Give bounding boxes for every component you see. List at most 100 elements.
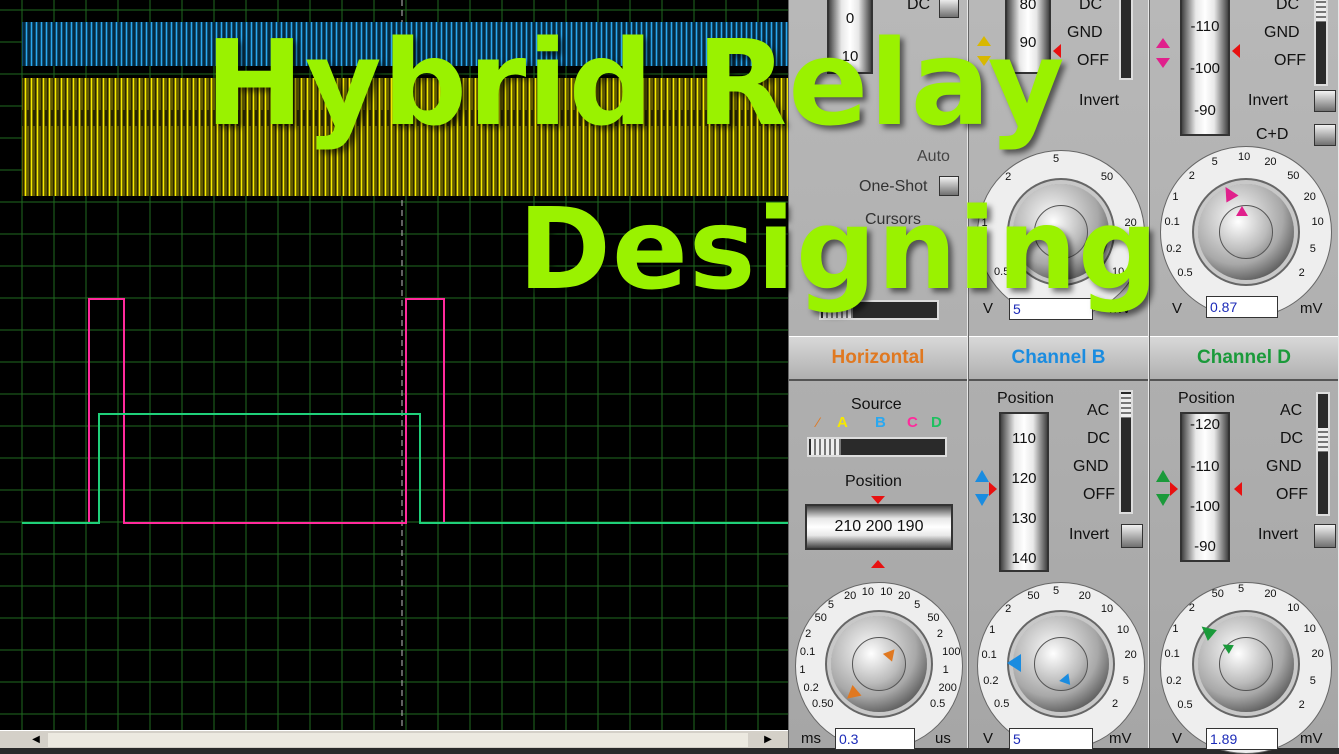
- channel-d-down-arrow-icon[interactable]: [1156, 494, 1170, 506]
- dial-tick-label: 5: [827, 599, 835, 612]
- dial-tick-label: 5: [1122, 674, 1129, 687]
- channel-c-volts-knob[interactable]: [1198, 184, 1294, 280]
- dial-tick-label: 1: [989, 623, 996, 636]
- trigger-dc-label: DC: [907, 0, 931, 13]
- horizontal-position-drum[interactable]: 210 200 190: [805, 504, 953, 550]
- channel-d-position-marker-icon: [1170, 482, 1178, 496]
- source-letter-c[interactable]: C: [907, 414, 918, 431]
- dial-tick-label: 0.1: [1164, 648, 1180, 661]
- channel-b-ac-label: AC: [1087, 402, 1110, 419]
- coupling-slider[interactable]: [1119, 0, 1133, 80]
- dial-tick-label: 5: [914, 599, 921, 612]
- source-letter-d[interactable]: D: [931, 414, 942, 431]
- dial-tick-label: 20: [1264, 155, 1277, 168]
- dial-tick-label: 2: [1298, 699, 1305, 712]
- dial-tick-label: 2: [1298, 267, 1305, 280]
- source-letter-a[interactable]: A: [837, 414, 848, 431]
- timebase-unit-right: us: [935, 730, 951, 747]
- dial-tick-label: 50: [927, 612, 940, 625]
- dial-tick-label: 0.1: [981, 648, 997, 661]
- coupling-off-label: OFF: [1077, 52, 1109, 69]
- channel-d-invert-button[interactable]: [1314, 524, 1336, 548]
- dial-tick-label: 10: [1116, 623, 1130, 636]
- dial-tick-label: 20: [1311, 648, 1324, 661]
- dial-tick-label: 0.1: [1164, 216, 1180, 229]
- channel-b-invert-button[interactable]: [1121, 524, 1143, 548]
- channel-d-position-label: Position: [1178, 390, 1235, 407]
- source-letter-b[interactable]: B: [875, 414, 886, 431]
- invert-label: Invert: [1079, 92, 1120, 109]
- dial-tick-label: 2: [936, 627, 943, 640]
- channel-b-invert-label: Invert: [1069, 526, 1110, 543]
- drum-value: -90: [1194, 102, 1216, 119]
- source-label: Source: [851, 396, 902, 413]
- horizontal-section-title: Horizontal: [789, 336, 967, 381]
- drum-value: -100: [1189, 60, 1221, 77]
- channel-d-volts-readout[interactable]: 1.89: [1206, 728, 1278, 750]
- dial-tick-label: 50: [1100, 171, 1114, 184]
- coupling-gnd-label: GND: [1067, 24, 1103, 41]
- column-channel-d: -110 -100 -90 DC GND OFF Invert C+D 0.5 0…: [1149, 0, 1339, 754]
- dial-tick-label: 2: [1111, 698, 1119, 711]
- channel-b-off-label: OFF: [1083, 486, 1115, 503]
- channel-c-lower-drum[interactable]: -110 -100 -90: [1180, 0, 1230, 136]
- source-slider[interactable]: [807, 437, 947, 457]
- dial-tick-label: 100: [942, 645, 961, 658]
- channel-d-position-drum[interactable]: -120 -110 -100 -90: [1180, 412, 1230, 562]
- dial-tick-label: 2: [1005, 603, 1012, 616]
- c-plus-d-button[interactable]: [1314, 124, 1336, 146]
- dial-tick-label: 20: [1303, 190, 1316, 203]
- channel-c-trace: [22, 298, 788, 524]
- channel-b-volts-knob[interactable]: [1013, 616, 1109, 712]
- dial-tick-label: 50: [1027, 589, 1040, 602]
- channel-c-volts-readout[interactable]: 0.87: [1206, 296, 1278, 318]
- dial-tick-label: 50: [1211, 587, 1224, 600]
- channel-b-down-arrow-icon[interactable]: [975, 494, 989, 506]
- position-marker-bottom-icon: [871, 560, 885, 568]
- scroll-left-arrow-icon[interactable]: ◀: [28, 733, 44, 747]
- overlay-title-line2: Designing: [518, 185, 1160, 315]
- channel-b-up-arrow-icon[interactable]: [975, 470, 989, 482]
- dial-tick-label: 0.50: [812, 698, 834, 711]
- dial-tick-label: 10: [880, 585, 893, 598]
- channel-b-dc-label: DC: [1087, 430, 1111, 447]
- dial-tick-label: 20: [1264, 587, 1277, 600]
- channel-d-ac-label: AC: [1280, 402, 1303, 419]
- channel-c-fine-pointer-icon: [1236, 206, 1248, 216]
- coupling-slider[interactable]: [1314, 0, 1328, 86]
- invert-button[interactable]: [1314, 90, 1336, 112]
- drum-value: -110: [1190, 18, 1220, 35]
- coupling-gnd-label: GND: [1264, 24, 1300, 41]
- dial-tick-label: 10: [1303, 622, 1316, 635]
- dial-tick-label: 10: [1100, 603, 1114, 616]
- scroll-right-arrow-icon[interactable]: ▶: [760, 733, 776, 747]
- source-edge-icon: ⁄: [817, 414, 820, 430]
- dial-tick-label: 10: [1311, 216, 1324, 229]
- scroll-track[interactable]: [48, 733, 748, 747]
- dial-tick-label: 0.2: [1166, 675, 1182, 688]
- dial-tick-label: 5: [1053, 585, 1060, 597]
- volts-unit-left: V: [1172, 300, 1183, 317]
- channel-d-position-marker-right-icon: [1234, 482, 1242, 496]
- channel-b-position-drum[interactable]: 110 120 130 140: [999, 412, 1049, 572]
- dial-tick-label: 1: [1172, 190, 1179, 203]
- channel-c-down-arrow-icon[interactable]: [1156, 58, 1170, 68]
- dial-tick-label: 5: [1238, 583, 1245, 595]
- channel-b-coupling-slider[interactable]: [1119, 390, 1133, 514]
- channel-c-up-arrow-icon[interactable]: [1156, 38, 1170, 48]
- horizontal-scrollbar[interactable]: ◀ ▶: [0, 730, 788, 748]
- position-marker-top-icon: [871, 496, 885, 504]
- dial-tick-label: 1: [942, 664, 949, 676]
- channel-b-section-title: Channel B: [969, 336, 1148, 381]
- channel-b-volts-readout[interactable]: 5: [1009, 728, 1093, 750]
- dial-tick-label: 0.1: [799, 645, 816, 658]
- channel-d-off-label: OFF: [1276, 486, 1308, 503]
- coupling-off-label: OFF: [1274, 52, 1306, 69]
- dial-tick-label: 5: [1211, 155, 1218, 168]
- dial-tick-label: 50: [1287, 169, 1300, 182]
- drum-value: 110: [1012, 430, 1036, 447]
- channel-d-up-arrow-icon[interactable]: [1156, 470, 1170, 482]
- invert-label: Invert: [1248, 92, 1289, 109]
- timebase-readout[interactable]: 0.3: [835, 728, 915, 750]
- channel-d-coupling-slider[interactable]: [1316, 392, 1330, 516]
